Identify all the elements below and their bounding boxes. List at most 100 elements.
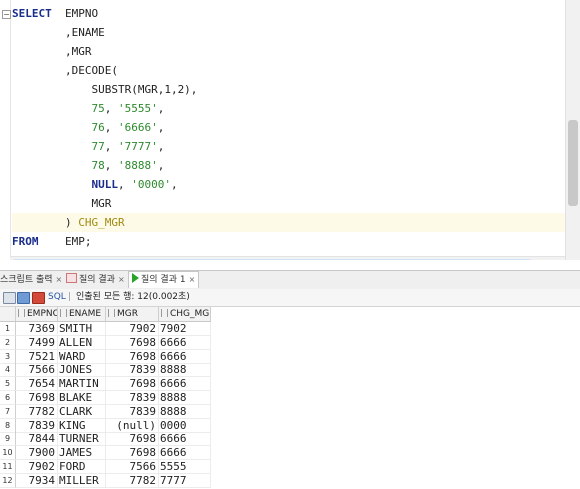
column-header-ename[interactable]: ENAME — [58, 307, 106, 321]
cell-mgr[interactable]: 7782 — [106, 473, 159, 488]
cell-empno[interactable]: 7839 — [16, 418, 58, 433]
cell-mgr[interactable]: 7839 — [106, 404, 159, 419]
table-row[interactable]: 7 7782 CLARK 7839 8888 — [0, 404, 211, 419]
cell-ename[interactable]: SMITH — [58, 322, 106, 336]
code-line-10: NULL, '0000', — [91, 178, 178, 191]
close-icon[interactable]: × — [118, 275, 125, 284]
cell-mgr[interactable]: (null) — [106, 418, 159, 433]
result-grid[interactable]: EMPNO ENAME MGR CHG_MGR 1 7369 SMITH 7902 79… — [0, 307, 580, 489]
cell-empno[interactable]: 7902 — [16, 460, 58, 474]
cell-ename[interactable]: WARD — [58, 349, 106, 364]
editor-gutter: − — [0, 0, 11, 260]
cell-chg-mgr[interactable]: 0000 — [159, 418, 211, 433]
close-icon[interactable]: × — [189, 275, 196, 284]
editor-horizontal-scrollbar[interactable] — [10, 256, 565, 260]
cell-mgr[interactable]: 7839 — [106, 391, 159, 405]
cell-empno[interactable]: 7934 — [16, 473, 58, 488]
table-row[interactable]: 6 7698 BLAKE 7839 8888 — [0, 391, 211, 405]
table-row[interactable]: 3 7521 WARD 7698 6666 — [0, 349, 211, 364]
cell-empno[interactable]: 7566 — [16, 363, 58, 378]
cell-chg-mgr[interactable]: 6666 — [159, 446, 211, 461]
tab-query-result[interactable]: 질의 결과 × — [66, 272, 125, 288]
cell-ename[interactable]: FORD — [58, 460, 106, 474]
cell-ename[interactable]: JAMES — [58, 446, 106, 461]
code-line-9: 78, '8888', — [91, 159, 165, 172]
fold-toggle-icon[interactable]: − — [2, 10, 11, 19]
toolbar-separator: | — [68, 292, 72, 302]
cell-chg-mgr[interactable]: 6666 — [159, 349, 211, 364]
cell-chg-mgr[interactable]: 6666 — [159, 335, 211, 350]
row-number: 5 — [0, 377, 16, 392]
code-line-4: ,DECODE( — [12, 64, 118, 77]
fetch-status: 인출된 모든 행: 12(0.002초) — [76, 292, 190, 302]
sql-button[interactable]: SQL — [48, 289, 66, 306]
table-row[interactable]: 4 7566 JONES 7839 8888 — [0, 363, 211, 378]
row-number: 11 — [0, 460, 16, 474]
row-number: 8 — [0, 418, 16, 433]
cell-empno[interactable]: 7698 — [16, 391, 58, 405]
cell-empno[interactable]: 7499 — [16, 335, 58, 350]
delete-icon[interactable] — [32, 292, 45, 304]
cell-ename[interactable]: KING — [58, 418, 106, 433]
table-row[interactable]: 9 7844 TURNER 7698 6666 — [0, 432, 211, 447]
print-icon[interactable] — [3, 292, 16, 304]
horizontal-scroll-thumb[interactable] — [12, 259, 532, 260]
cell-ename[interactable]: CLARK — [58, 404, 106, 419]
cell-chg-mgr[interactable]: 8888 — [159, 404, 211, 419]
cell-chg-mgr[interactable]: 8888 — [159, 363, 211, 378]
table-row[interactable]: 1 7369 SMITH 7902 7902 — [0, 322, 211, 336]
row-number: 12 — [0, 473, 16, 488]
row-number: 9 — [0, 432, 16, 447]
cell-chg-mgr[interactable]: 7777 — [159, 473, 211, 488]
column-header-chg-mgr[interactable]: CHG_MGR — [159, 307, 211, 321]
code-line-1: SELECT EMPNO — [12, 7, 99, 20]
cell-chg-mgr[interactable]: 6666 — [159, 432, 211, 447]
code-line-13: FROM EMP; — [12, 235, 92, 248]
cell-mgr[interactable]: 7902 — [106, 322, 159, 336]
cell-mgr[interactable]: 7698 — [106, 432, 159, 447]
cell-chg-mgr[interactable]: 7902 — [159, 322, 211, 336]
cell-chg-mgr[interactable]: 8888 — [159, 391, 211, 405]
table-row[interactable]: 12 7934 MILLER 7782 7777 — [0, 473, 211, 488]
cell-mgr[interactable]: 7698 — [106, 349, 159, 364]
code-line-6: 75, '5555', — [91, 102, 165, 115]
cell-ename[interactable]: TURNER — [58, 432, 106, 447]
cell-chg-mgr[interactable]: 6666 — [159, 377, 211, 392]
row-number: 6 — [0, 391, 16, 405]
vertical-scroll-thumb[interactable] — [568, 120, 578, 206]
tab-label: 질의 결과 — [79, 275, 115, 285]
editor-vertical-scrollbar[interactable] — [565, 0, 580, 260]
cell-mgr[interactable]: 7698 — [106, 335, 159, 350]
tab-script-output[interactable]: 스크립트 출력 × — [0, 272, 62, 288]
cell-chg-mgr[interactable]: 5555 — [159, 460, 211, 474]
cell-empno[interactable]: 7782 — [16, 404, 58, 419]
cell-ename[interactable]: ALLEN — [58, 335, 106, 350]
cell-ename[interactable]: MARTIN — [58, 377, 106, 392]
cell-mgr[interactable]: 7566 — [106, 460, 159, 474]
save-icon[interactable] — [17, 292, 30, 304]
cell-mgr[interactable]: 7698 — [106, 377, 159, 392]
cell-ename[interactable]: MILLER — [58, 473, 106, 488]
row-number: 4 — [0, 363, 16, 378]
cell-ename[interactable]: BLAKE — [58, 391, 106, 405]
cell-empno[interactable]: 7654 — [16, 377, 58, 392]
cell-empno[interactable]: 7369 — [16, 322, 58, 336]
close-icon[interactable]: × — [56, 275, 63, 284]
table-row[interactable]: 8 7839 KING (null) 0000 — [0, 418, 211, 433]
cell-mgr[interactable]: 7698 — [106, 446, 159, 461]
cell-mgr[interactable]: 7839 — [106, 363, 159, 378]
code-line-12: ) CHG_MGR — [12, 213, 565, 232]
sql-editor[interactable]: − SELECT EMPNO ,ENAME ,MGR ,DECODE( SUBS… — [0, 0, 580, 260]
table-row[interactable]: 2 7499 ALLEN 7698 6666 — [0, 335, 211, 350]
cell-ename[interactable]: JONES — [58, 363, 106, 378]
row-number: 3 — [0, 349, 16, 364]
cell-empno[interactable]: 7844 — [16, 432, 58, 447]
table-row[interactable]: 5 7654 MARTIN 7698 6666 — [0, 377, 211, 392]
column-header-mgr[interactable]: MGR — [106, 307, 159, 321]
cell-empno[interactable]: 7521 — [16, 349, 58, 364]
column-header-empno[interactable]: EMPNO — [16, 307, 58, 321]
tab-query-result-1[interactable]: 질의 결과 1 × — [128, 271, 200, 288]
table-row[interactable]: 11 7902 FORD 7566 5555 — [0, 460, 211, 474]
table-row[interactable]: 10 7900 JAMES 7698 6666 — [0, 446, 211, 461]
cell-empno[interactable]: 7900 — [16, 446, 58, 461]
